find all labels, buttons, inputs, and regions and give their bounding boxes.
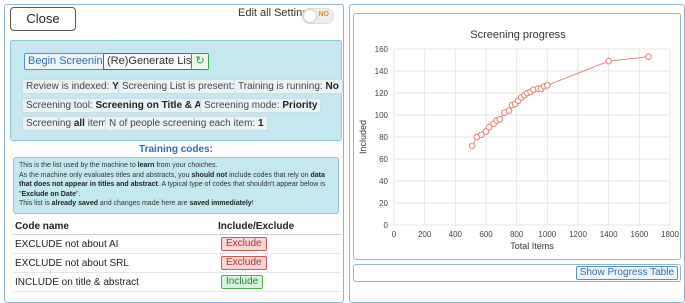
progress-footer: Show Progress Table bbox=[353, 264, 681, 282]
show-progress-table-button[interactable]: Show Progress Table bbox=[575, 266, 678, 280]
screening-progress-chart: Screening progress 0 20 40 60 80 100 120 140 160… bbox=[353, 13, 681, 260]
training-info-box: This is the list used by the machine to … bbox=[13, 157, 339, 214]
chip-screening-all: Screening all items. bbox=[22, 116, 119, 131]
series-line bbox=[471, 56, 649, 147]
x-tick-label: 1600 bbox=[630, 230, 648, 239]
training-codes-table: Code name Include/Exclude EXCLUDE not ab… bbox=[13, 219, 341, 292]
chart-canvas: 0204060801001201401600 200 400 600 800 1000 12… bbox=[358, 45, 679, 251]
data-point bbox=[645, 53, 652, 61]
data-point bbox=[496, 116, 504, 123]
code-name-cell: EXCLUDE not about SRL bbox=[15, 258, 129, 269]
begin-screening-button[interactable]: Begin Screening bbox=[24, 53, 113, 70]
y-tick-label: 40 bbox=[379, 177, 388, 186]
chip-people-per-item: N of people screening each item: 1 bbox=[105, 116, 268, 131]
y-tick-label: 100 bbox=[375, 111, 389, 120]
chip-review-indexed: Review is indexed: Yes bbox=[22, 79, 134, 94]
y-tick-label: 160 bbox=[375, 45, 389, 54]
x-tick-label: 1800 bbox=[661, 230, 679, 239]
training-codes-heading: Training codes: bbox=[139, 144, 213, 155]
toggle-state-label: NO bbox=[318, 11, 330, 18]
y-tick-label: 60 bbox=[379, 155, 388, 164]
data-point bbox=[605, 57, 613, 65]
table-header-row: Code name Include/Exclude bbox=[13, 219, 341, 235]
exclude-badge[interactable]: Exclude bbox=[221, 256, 267, 270]
refresh-icon[interactable]: ↻ bbox=[191, 53, 209, 70]
toggle-knob bbox=[304, 10, 316, 22]
y-tick-label: 140 bbox=[375, 67, 389, 76]
edit-all-settings-toggle[interactable]: NO bbox=[302, 8, 334, 24]
column-header-include-exclude: Include/Exclude bbox=[218, 221, 295, 232]
close-button[interactable]: Close bbox=[10, 7, 76, 31]
y-axis-label: Included bbox=[358, 120, 368, 154]
x-tick-label: 1200 bbox=[569, 230, 587, 239]
chip-training-running: Training is running: No bbox=[234, 79, 343, 94]
y-tick-label: 120 bbox=[375, 89, 389, 98]
column-header-code-name: Code name bbox=[15, 221, 69, 232]
code-name-cell: INCLUDE on title & abstract bbox=[15, 277, 139, 288]
x-tick-label: 600 bbox=[479, 230, 493, 239]
data-point bbox=[505, 107, 513, 114]
chip-screening-mode: Screening mode: Priority bbox=[200, 98, 322, 113]
x-axis-label: Total Items bbox=[510, 241, 554, 251]
x-tick-label: 800 bbox=[510, 230, 524, 239]
x-tick-label: 200 bbox=[418, 230, 432, 239]
x-tick-label: 1000 bbox=[538, 230, 556, 239]
table-row: EXCLUDE not about SRL Exclude bbox=[13, 254, 341, 273]
x-tick-label: 1400 bbox=[600, 230, 618, 239]
y-tick-label: 0 bbox=[384, 221, 389, 230]
include-badge[interactable]: Include bbox=[221, 275, 264, 289]
exclude-badge[interactable]: Exclude bbox=[221, 237, 267, 251]
y-tick-label: 20 bbox=[379, 199, 388, 208]
y-tick-label: 80 bbox=[379, 133, 388, 142]
code-name-cell: EXCLUDE not about AI bbox=[15, 239, 119, 250]
table-row: INCLUDE on title & abstract Include bbox=[13, 273, 341, 292]
table-row: EXCLUDE not about AI Exclude bbox=[13, 235, 341, 254]
regenerate-list-button[interactable]: (Re)Generate List bbox=[103, 53, 199, 70]
data-point bbox=[543, 81, 551, 89]
x-tick-label: 0 bbox=[392, 230, 397, 239]
x-tick-label: 400 bbox=[449, 230, 463, 239]
data-point bbox=[468, 142, 476, 150]
